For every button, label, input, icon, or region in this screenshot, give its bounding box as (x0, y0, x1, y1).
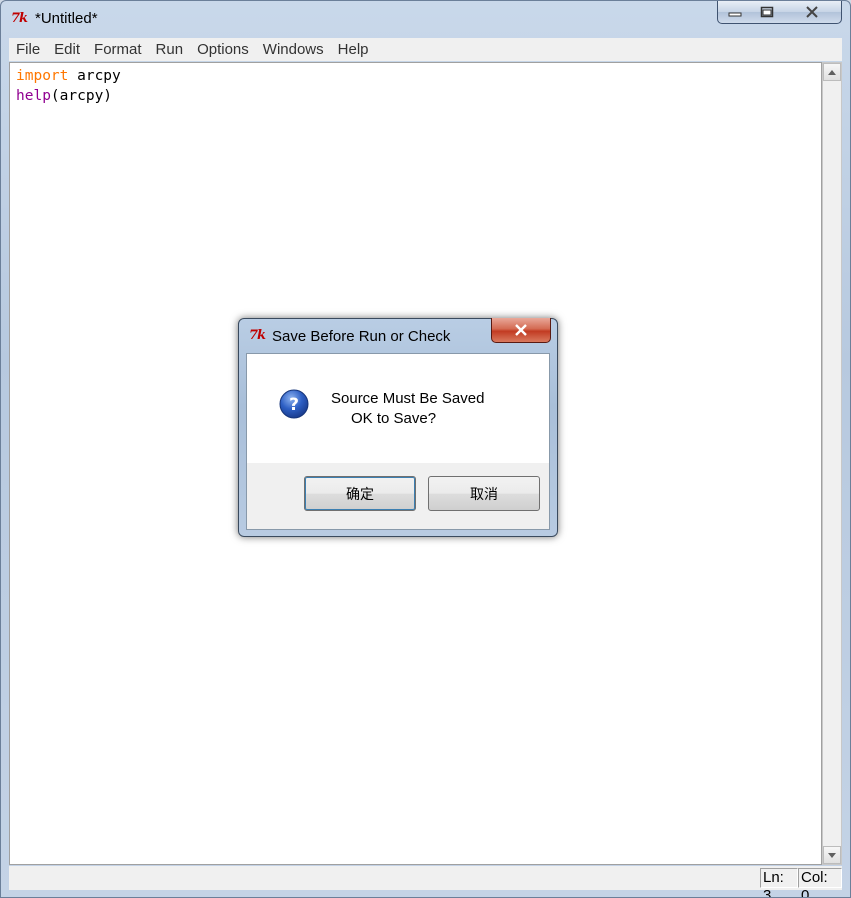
menu-file[interactable]: File (9, 38, 47, 61)
dialog-message-line-1: Source Must Be Saved (331, 390, 485, 407)
dialog-tk-logo-icon: 7k (249, 328, 266, 343)
status-col: Col: 0 (798, 868, 842, 897)
close-icon (515, 324, 527, 336)
builtin-help: help (16, 88, 51, 104)
dialog-message-area: ? Source Must Be Saved OK to Save? (247, 354, 549, 463)
ok-button[interactable]: 确定 (304, 476, 416, 511)
minimize-button[interactable] (717, 1, 753, 24)
code-line-2: help(arcpy) (16, 88, 112, 104)
maximize-icon (760, 6, 774, 18)
menu-format[interactable]: Format (87, 38, 149, 61)
dialog-body: ? Source Must Be Saved OK to Save? 确定 取消 (246, 353, 550, 530)
menu-run[interactable]: Run (149, 38, 191, 61)
dialog-close-button[interactable] (491, 318, 551, 343)
menu-bar: File Edit Format Run Options Windows Hel… (9, 38, 842, 61)
minimize-icon (728, 12, 742, 17)
close-icon (806, 6, 818, 18)
save-dialog: 7k Save Before Run or Check ? Source Mus… (238, 318, 558, 537)
maximize-button[interactable] (751, 1, 784, 24)
question-icon: ? (279, 389, 309, 419)
menu-help[interactable]: Help (331, 38, 376, 61)
arrow-up-icon (828, 69, 836, 75)
code-line-2-rest: (arcpy) (50, 88, 113, 104)
status-line: Ln: 3 (760, 868, 798, 897)
dialog-title: Save Before Run or Check (272, 328, 451, 345)
window-title: *Untitled* (35, 10, 98, 27)
menu-edit[interactable]: Edit (47, 38, 87, 61)
menu-options[interactable]: Options (190, 38, 256, 61)
cancel-button[interactable]: 取消 (428, 476, 540, 511)
arrow-down-icon (828, 852, 836, 858)
scroll-up-button[interactable] (823, 63, 841, 81)
scroll-down-button[interactable] (823, 846, 841, 864)
dialog-message-line-2: OK to Save? (351, 410, 437, 427)
menu-windows[interactable]: Windows (256, 38, 331, 61)
vertical-scrollbar[interactable] (822, 62, 842, 865)
code-line-1: import arcpy (16, 68, 121, 84)
svg-text:?: ? (289, 395, 299, 415)
title-bar[interactable]: 7k *Untitled* (1, 1, 850, 37)
keyword-import: import (16, 68, 69, 84)
code-text: import arcpy help(arcpy) (16, 66, 121, 106)
close-button[interactable] (783, 1, 842, 24)
status-bar: Ln: 3 Col: 0 (9, 866, 842, 897)
code-line-1-rest: arcpy (68, 68, 121, 84)
tk-logo-icon: 7k (11, 11, 28, 26)
